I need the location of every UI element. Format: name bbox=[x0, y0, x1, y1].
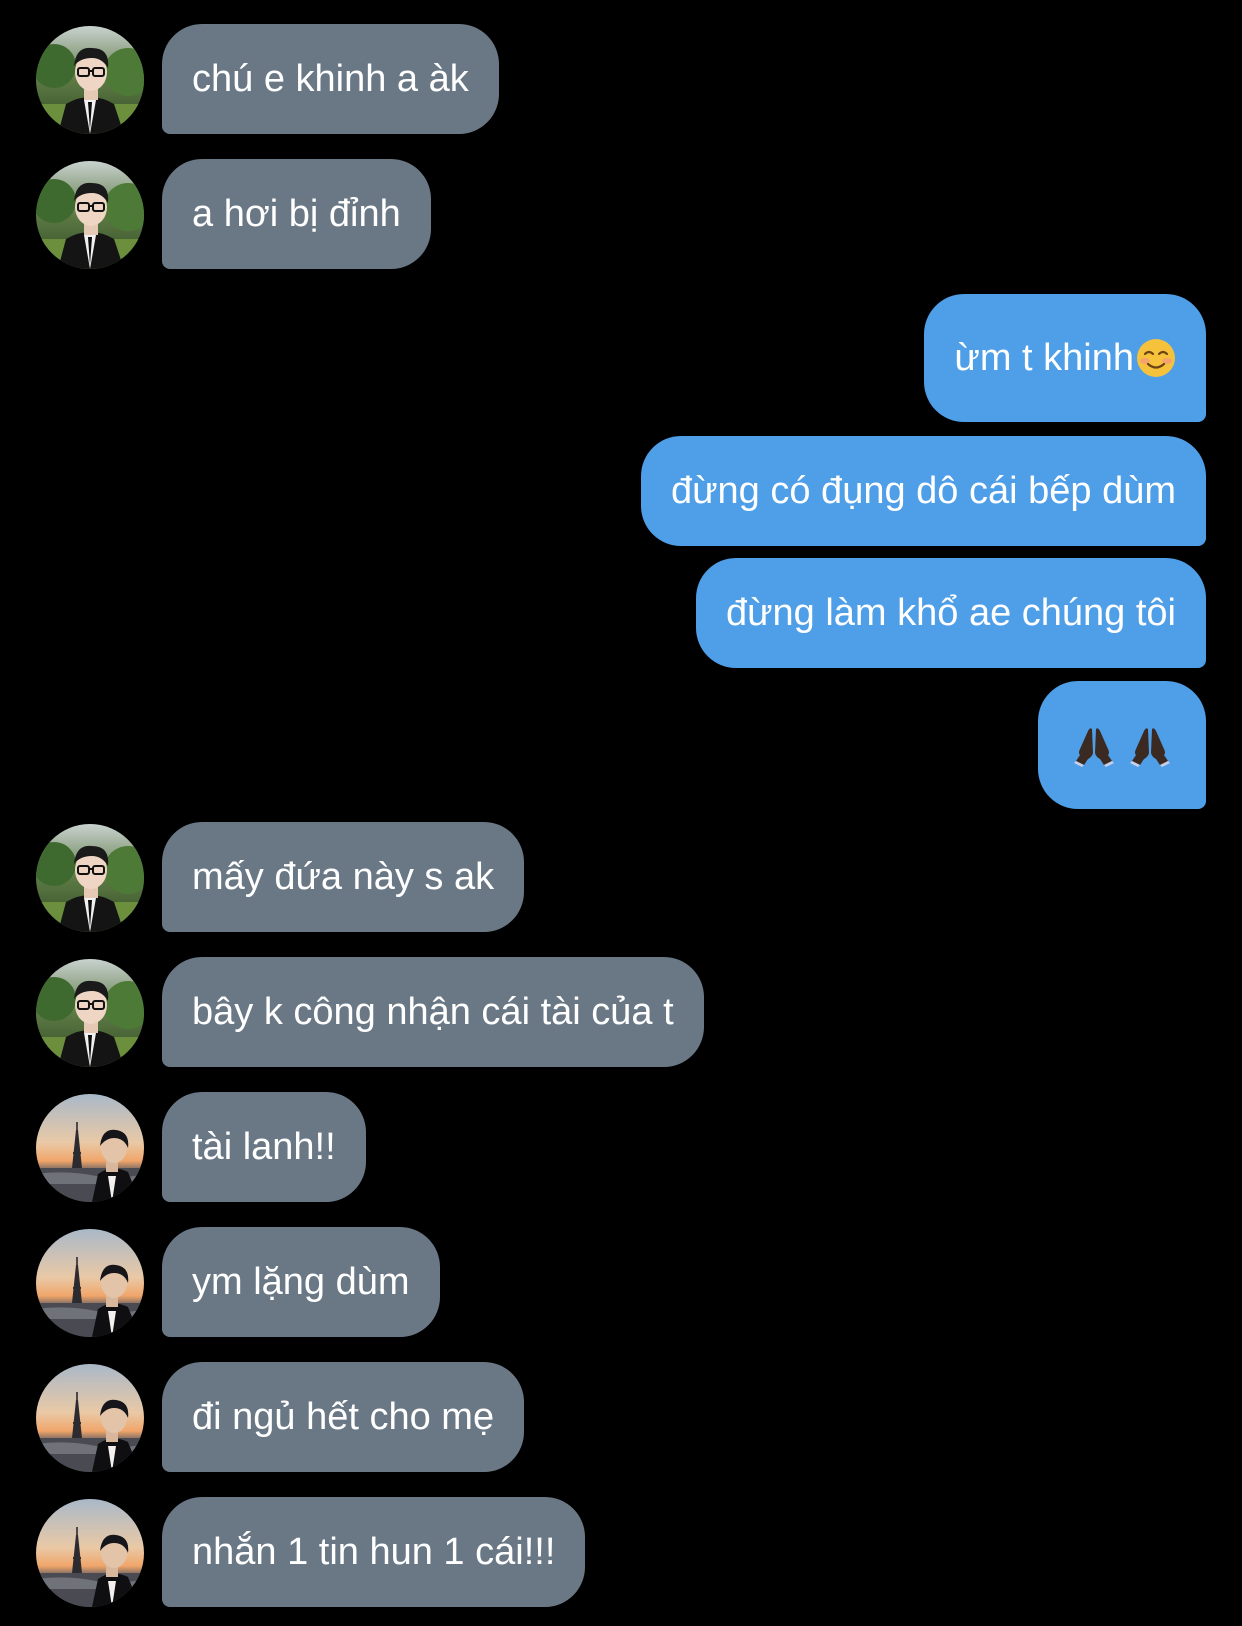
incoming-message-bubble[interactable]: a hơi bị đỉnh bbox=[162, 159, 431, 269]
avatar-photo-icon bbox=[36, 959, 144, 1067]
message-text: ừm t khinh bbox=[954, 337, 1134, 379]
avatar-eiffel-man[interactable] bbox=[36, 1499, 144, 1607]
avatar-eiffel-man[interactable] bbox=[36, 1094, 144, 1202]
message-text: đi ngủ hết cho mẹ bbox=[192, 1396, 495, 1438]
message-text: đừng làm khổ ae chúng tôi bbox=[725, 592, 1176, 634]
avatar-photo-icon bbox=[36, 161, 144, 269]
incoming-message-bubble[interactable]: đi ngủ hết cho mẹ bbox=[162, 1362, 525, 1472]
message-text: đừng có đụng dô cái bếp dùm bbox=[670, 470, 1176, 512]
avatar-photo-icon bbox=[36, 1094, 144, 1202]
conversation-thread: chú e khinh a àk a hơi bị đỉnh ừm t khin… bbox=[0, 0, 1242, 1626]
outgoing-message-bubble[interactable]: đừng làm khổ ae chúng tôi bbox=[695, 558, 1206, 668]
incoming-message-bubble[interactable]: mấy đứa này s ak bbox=[162, 822, 525, 932]
outgoing-message-bubble[interactable]: đừng có đụng dô cái bếp dùm bbox=[640, 436, 1206, 546]
message-text: nhắn 1 tin hun 1 cái!!! bbox=[192, 1531, 556, 1573]
incoming-message-bubble[interactable]: chú e khinh a àk bbox=[162, 24, 499, 134]
avatar-glasses-man[interactable] bbox=[36, 959, 144, 1067]
avatar-photo-icon bbox=[36, 1499, 144, 1607]
avatar-glasses-man[interactable] bbox=[36, 161, 144, 269]
message-text: ym lặng dùm bbox=[192, 1261, 410, 1303]
incoming-message-bubble[interactable]: ym lặng dùm bbox=[162, 1227, 440, 1337]
outgoing-message-bubble[interactable]: ừm t khinh bbox=[924, 294, 1206, 422]
message-row: tài lanh!! bbox=[0, 1092, 1242, 1202]
message-row: nhắn 1 tin hun 1 cái!!! bbox=[0, 1497, 1242, 1607]
avatar-photo-icon bbox=[36, 26, 144, 134]
message-row: ừm t khinh bbox=[0, 294, 1242, 422]
message-text: tài lanh!! bbox=[192, 1126, 336, 1168]
incoming-message-bubble[interactable]: nhắn 1 tin hun 1 cái!!! bbox=[162, 1497, 586, 1607]
avatar-photo-icon bbox=[36, 1229, 144, 1337]
message-row: a hơi bị đỉnh bbox=[0, 159, 1242, 269]
incoming-message-bubble[interactable]: tài lanh!! bbox=[162, 1092, 366, 1202]
avatar-eiffel-man[interactable] bbox=[36, 1229, 144, 1337]
incoming-message-bubble[interactable]: bây k công nhận cái tài của t bbox=[162, 957, 704, 1067]
message-text: a hơi bị đỉnh bbox=[192, 193, 401, 235]
smiling-face-icon bbox=[1136, 338, 1176, 378]
avatar-photo-icon bbox=[36, 1364, 144, 1472]
folded-hands-icon bbox=[1128, 723, 1172, 767]
avatar-glasses-man[interactable] bbox=[36, 824, 144, 932]
message-row: chú e khinh a àk bbox=[0, 24, 1242, 134]
message-row: mấy đứa này s ak bbox=[0, 822, 1242, 932]
message-row: đừng có đụng dô cái bếp dùm bbox=[0, 436, 1242, 546]
avatar-glasses-man[interactable] bbox=[36, 26, 144, 134]
message-text: mấy đứa này s ak bbox=[192, 856, 495, 898]
outgoing-message-bubble[interactable] bbox=[1038, 681, 1206, 809]
message-text: chú e khinh a àk bbox=[192, 58, 469, 100]
message-row: đi ngủ hết cho mẹ bbox=[0, 1362, 1242, 1472]
message-row: bây k công nhận cái tài của t bbox=[0, 957, 1242, 1067]
message-row: ym lặng dùm bbox=[0, 1227, 1242, 1337]
avatar-eiffel-man[interactable] bbox=[36, 1364, 144, 1472]
message-row bbox=[0, 681, 1242, 809]
folded-hands-icon bbox=[1072, 723, 1116, 767]
message-text: bây k công nhận cái tài của t bbox=[192, 991, 674, 1033]
message-row: đừng làm khổ ae chúng tôi bbox=[0, 558, 1242, 668]
avatar-photo-icon bbox=[36, 824, 144, 932]
